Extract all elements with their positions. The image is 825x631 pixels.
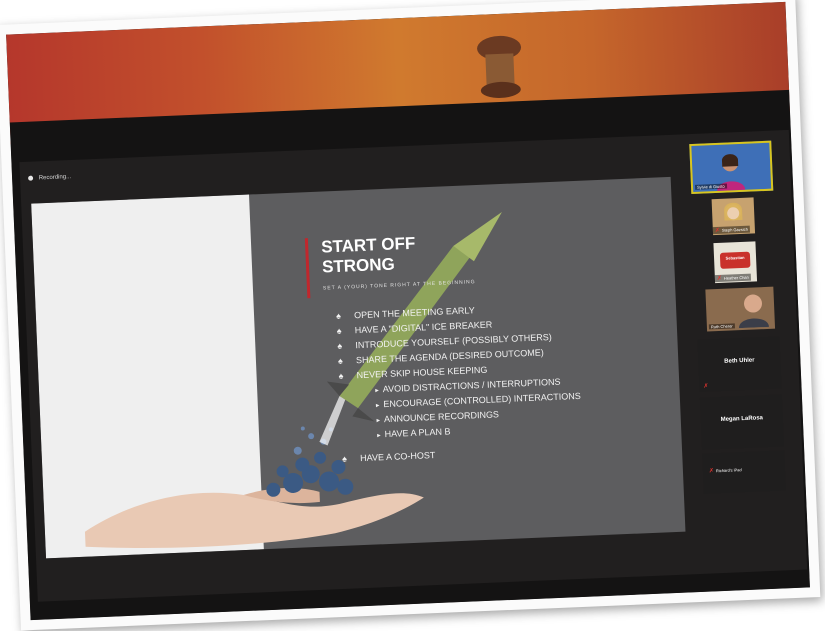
slide-title: START OFF STRONG [321,230,493,277]
triangle-bullet-icon: ▸ [376,417,381,425]
participant-tile-active-speaker[interactable]: Sylvie di Giusto [689,140,774,195]
monitor: Recording... START OFF STRONG SET A (YOU… [9,89,810,621]
participant-name-label: ✗ Steph Gazsich [712,225,751,235]
participant-gallery: Sylvie di Giusto ✗ Steph Gazsich Sebasti… [689,140,797,563]
vase [477,35,522,98]
bullet-text: HAVE A CO-HOST [359,449,436,464]
photo-scene: Recording... START OFF STRONG SET A (YOU… [6,1,810,621]
bullet-list: ♠ OPEN THE MEETING EARLY ♠ HAVE A "DIGITAL… [336,297,672,469]
participant-tile[interactable]: Ruth Cherer [705,286,776,332]
recording-label: Recording... [38,174,72,182]
rocket-icon: ♠ [338,370,344,381]
triangle-bullet-icon: ▸ [375,387,379,395]
participant-video [739,294,769,329]
muted-mic-icon: ✗ [703,383,709,390]
triangle-bullet-icon: ▸ [375,402,380,410]
participant-tile[interactable]: ✗ Richard's iPad [702,450,786,494]
photo: Recording... START OFF STRONG SET A (YOU… [0,0,825,631]
participant-name-label: ✗ Richard's iPad [707,466,744,475]
participant-name: Richard's iPad [715,467,742,474]
recording-icon [28,175,34,181]
participant-name: Heather Chan [723,274,749,281]
photo-print-border: Recording... START OFF STRONG SET A (YOU… [0,0,821,631]
muted-mic-icon: ✗ [716,275,723,283]
rocket-icon: ♠ [336,325,342,336]
muted-mic-icon: ✗ [708,468,715,475]
shared-slide: START OFF STRONG SET A (YOUR) TONE RIGHT… [31,176,686,559]
recording-indicator[interactable]: Recording... [28,174,71,182]
participant-tile[interactable]: ✗ Steph Gazsich [711,197,756,236]
participant-name: Beth Uhler [724,357,755,365]
participant-name: Megan LaRosa [720,415,764,423]
muted-mic-icon: ✗ [714,227,721,235]
triangle-bullet-icon: ▸ [377,432,381,440]
participant-name: Ruth Cherer [708,323,735,330]
participant-name-label: ✗ Heather Chan [714,273,751,283]
rocket-icon: ♠ [335,310,342,322]
zoom-window: Recording... START OFF STRONG SET A (YOU… [19,129,808,602]
participant-name: Steph Gazsich [721,226,749,233]
sub-bullet-text: HAVE A PLAN B [384,426,451,440]
participant-tile[interactable]: Sebastian ✗ Heather Chan [713,241,758,284]
rocket-icon: ♠ [337,355,344,366]
rocket-icon: ♠ [337,340,343,351]
participant-tile[interactable]: Megan LaRosa [699,394,784,450]
participant-tile[interactable]: Beth Uhler ✗ [697,336,782,392]
rocket-icon: ♠ [341,453,348,464]
